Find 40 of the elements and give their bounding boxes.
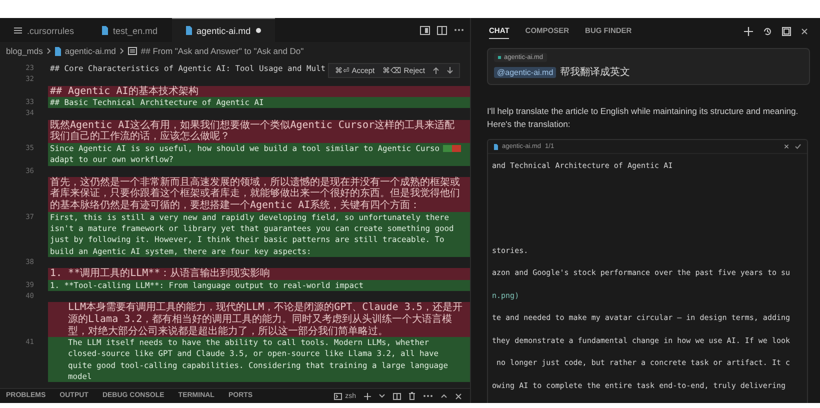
chevron-icon <box>46 48 51 54</box>
close-icon[interactable] <box>784 144 789 149</box>
split-editor-icon[interactable] <box>437 26 447 34</box>
file-tab[interactable]: .cursorrules <box>0 18 88 42</box>
lines-icon <box>14 27 22 34</box>
check-icon[interactable] <box>795 144 801 149</box>
more-icon[interactable] <box>454 28 464 32</box>
file-tab[interactable]: test_en.md <box>88 18 172 42</box>
markdown-file-icon <box>54 46 61 56</box>
chevron-down-icon[interactable] <box>379 394 385 398</box>
maximize-icon[interactable] <box>782 26 791 36</box>
history-icon[interactable] <box>763 26 772 36</box>
plus-icon[interactable] <box>744 26 753 36</box>
down-arrow-icon[interactable] <box>447 67 453 74</box>
chevron-icon <box>120 48 124 54</box>
code-line: ## Agentic AI的基本技术架构 <box>50 86 198 97</box>
code-line: LLM本身需要有调用工具的能力，现代的LLM，不论是闭源的GPT、Claude 3.5，还是开源的Llama 3.2，都有相当好的调用工具的能力。同时又考虑到从头训练一个大语言模型，对绝大部分公司来说都是超出能力了，所以这一部分我们简单略过。 <box>68 302 462 336</box>
breadcrumb-item[interactable]: blog_mds <box>6 46 43 56</box>
markdown-file-icon <box>494 144 498 150</box>
file-mention: @agentic-ai.md <box>494 66 556 78</box>
code-line: 首先，这仍然是一个非常新而且高速发展的领域，所以遗憾的是现在并没有一个成熟的框架或者库来保证，只要你跟着这个框架或者库走，就能够做出来一个很好的东西。但是我觉得他们的基本脉络仍然是有迹可循的，要想搭建一个Agentic AI系统，关键有四个方面： <box>50 176 460 212</box>
message-text: 帮我翻译成英文 <box>560 66 630 79</box>
code-line: 既然Agentic AI这么有用，如果我们想要做一个类似Agentic Cursor这样的工具来适配我们自己的工作流的话，应该怎么做呢？ <box>50 120 454 142</box>
code-line: 1. **调用工具的LLM**：从语言输出到现实影响 <box>50 268 270 280</box>
more-icon[interactable] <box>423 394 433 398</box>
assistant-reply: I'll help translate the article to English while maintaining its structure and meaning. Here's the translation: <box>487 105 800 131</box>
up-arrow-icon[interactable] <box>433 67 439 74</box>
symbol-icon <box>128 47 137 55</box>
breadcrumb-item[interactable]: ## From "Ask and Answer" to "Ask and Do" <box>140 46 304 56</box>
close-icon[interactable] <box>455 392 462 400</box>
layout-icon[interactable] <box>420 26 430 34</box>
plus-icon[interactable] <box>364 392 371 400</box>
breadcrumb-item[interactable]: agentic-ai.md <box>64 46 116 56</box>
chevron-up-icon[interactable] <box>441 394 447 398</box>
trash-icon[interactable] <box>409 392 415 400</box>
close-icon[interactable] <box>801 28 808 34</box>
file-tab[interactable]: agentic-ai.md <box>172 18 275 42</box>
split-terminal-icon[interactable] <box>393 392 401 400</box>
markdown-file-icon <box>102 26 108 35</box>
markdown-file-icon <box>186 26 192 35</box>
